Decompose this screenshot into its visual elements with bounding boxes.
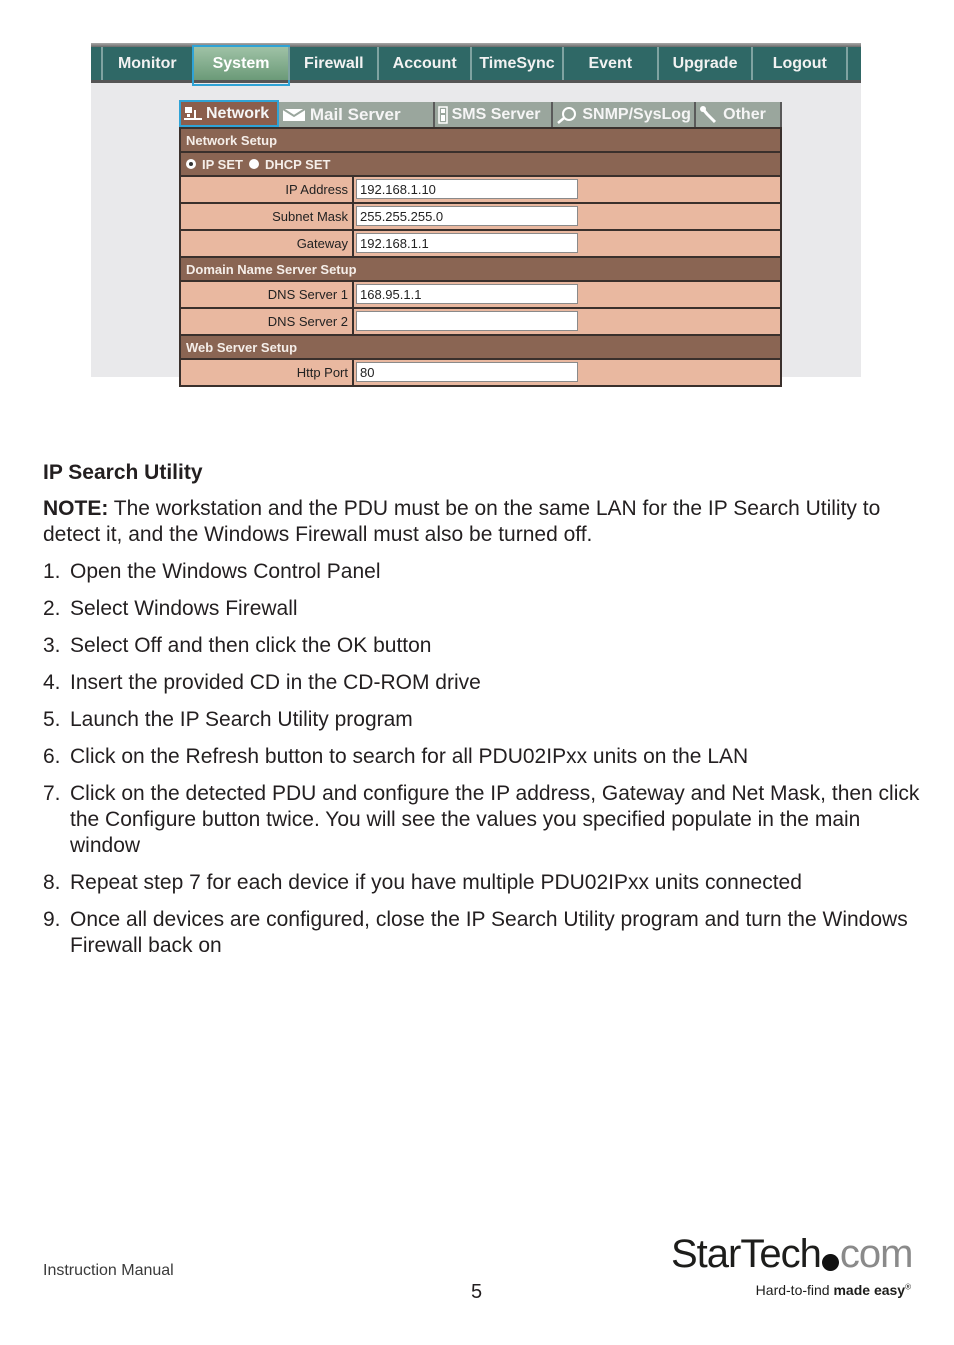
field-label: Http Port (181, 360, 354, 385)
ip-mode-radio-group: IP SET DHCP SET (181, 151, 780, 175)
field-row-dns-2: DNS Server 2 (181, 307, 780, 334)
step-number: 9. (43, 908, 61, 931)
steps-list: 1. Open the Windows Control Panel 2. Selec… (43, 559, 923, 970)
step-text: Open the Windows Control Panel (70, 560, 381, 583)
nav-logout[interactable]: Logout (751, 47, 846, 80)
subtab-label: Network (206, 104, 270, 122)
nav-event[interactable]: Event (561, 47, 657, 80)
list-item: 2. Select Windows Firewall (43, 596, 923, 622)
subtab-sms-server[interactable]: SMS Server (434, 102, 554, 127)
radio-dhcp-set-label: DHCP SET (264, 156, 331, 172)
list-item: 4. Insert the provided CD in the CD-ROM d… (43, 670, 923, 696)
logo-star: StarTech (671, 1232, 822, 1276)
step-number: 5. (43, 708, 61, 731)
subtab-snmp-syslog[interactable]: SNMP/SysLog (553, 102, 697, 127)
settings-panel: Network Mail Server SMS Server SNMP/SysL… (179, 100, 782, 387)
list-item: 6. Click on the Refresh button to search … (43, 744, 923, 770)
field-label: DNS Server 1 (181, 282, 354, 307)
footer-doc-title: Instruction Manual (43, 1262, 174, 1279)
list-item: 8. Repeat step 7 for each device if you h… (43, 870, 923, 896)
logo-tagline: Hard-to-find made easy® (756, 1282, 911, 1298)
section-network-setup: Network Setup (181, 127, 780, 151)
dns-server-2-input[interactable] (356, 311, 578, 331)
subtab-other[interactable]: Other (696, 102, 782, 127)
section-heading: IP Search Utility (43, 461, 203, 484)
field-label: IP Address (181, 177, 354, 202)
step-text: Click on the Refresh button to search fo… (70, 745, 749, 768)
nav-monitor[interactable]: Monitor (100, 47, 192, 80)
network-icon (184, 106, 202, 120)
nav-account[interactable]: Account (377, 47, 470, 80)
step-text: Select Windows Firewall (70, 597, 298, 620)
main-nav: Monitor System Firewall Account TimeSync… (91, 45, 861, 86)
ip-address-input[interactable]: 192.168.1.10 (356, 179, 578, 199)
note-paragraph: NOTE: The workstation and the PDU must b… (43, 496, 923, 548)
step-number: 3. (43, 634, 61, 657)
step-text: Select Off and then click the OK button (70, 634, 432, 657)
startech-logo: StarTech com Hard-to-find made easy® (671, 1232, 914, 1304)
subtab-label: Mail Server (309, 104, 401, 124)
field-label: DNS Server 2 (181, 309, 354, 334)
registered-mark: ® (905, 1282, 911, 1292)
phone-icon (437, 105, 448, 124)
field-label: Gateway (181, 231, 354, 256)
step-number: 6. (43, 745, 61, 768)
nav-timesync[interactable]: TimeSync (470, 47, 562, 80)
http-port-input[interactable]: 80 (356, 362, 578, 382)
web-ui-screenshot: Monitor System Firewall Account TimeSync… (91, 43, 861, 387)
list-item: 5. Launch the IP Search Utility program (43, 707, 923, 733)
sub-tabs: Network Mail Server SMS Server SNMP/SysL… (179, 100, 782, 127)
nav-spacer-end (846, 47, 861, 80)
radio-ip-set[interactable] (186, 159, 196, 169)
gateway-input[interactable]: 192.168.1.1 (356, 233, 578, 253)
step-number: 2. (43, 597, 61, 620)
page-number: 5 (471, 1281, 483, 1303)
subtab-label: SMS Server (451, 105, 541, 123)
subnet-mask-input[interactable]: 255.255.255.0 (356, 206, 578, 226)
step-text: Repeat step 7 for each device if you hav… (70, 871, 802, 894)
nav-system[interactable]: System (191, 45, 291, 86)
step-number: 7. (43, 782, 61, 805)
note-text: The workstation and the PDU must be on t… (43, 497, 881, 546)
field-label: Subnet Mask (181, 204, 354, 229)
radio-dhcp-set[interactable] (248, 159, 259, 169)
mail-icon (282, 107, 306, 121)
list-item: 7. Click on the detected PDU and configur… (43, 781, 923, 859)
step-number: 8. (43, 871, 61, 894)
nav-firewall[interactable]: Firewall (288, 47, 377, 80)
nav-upgrade[interactable]: Upgrade (656, 47, 752, 80)
field-row-dns-1: DNS Server 1 168.95.1.1 (181, 280, 780, 307)
field-row-ip-address: IP Address 192.168.1.10 (181, 175, 780, 202)
network-form: Network Setup IP SET DHCP SET IP Address… (179, 127, 782, 387)
tagline-light: Hard-to-find (755, 1282, 834, 1298)
field-row-gateway: Gateway 192.168.1.1 (181, 229, 780, 256)
subtab-mail-server[interactable]: Mail Server (278, 102, 435, 127)
step-text: Click on the detected PDU and configure … (70, 782, 920, 857)
subtab-label: SNMP/SysLog (582, 105, 691, 123)
note-label: NOTE: (43, 497, 109, 520)
tagline-bold: made easy (833, 1282, 906, 1298)
magnifier-icon (557, 106, 577, 124)
step-text: Insert the provided CD in the CD-ROM dri… (70, 671, 481, 694)
list-item: 1. Open the Windows Control Panel (43, 559, 923, 585)
dns-server-1-input[interactable]: 168.95.1.1 (356, 284, 578, 304)
section-dns-setup: Domain Name Server Setup (181, 256, 780, 280)
section-web-server-setup: Web Server Setup (181, 334, 780, 358)
step-number: 4. (43, 671, 61, 694)
list-item: 9. Once all devices are configured, close… (43, 907, 923, 959)
logo-dot-icon (821, 1254, 839, 1271)
radio-ip-set-label: IP SET (202, 156, 243, 172)
wrench-icon (700, 105, 717, 123)
field-row-subnet-mask: Subnet Mask 255.255.255.0 (181, 202, 780, 229)
field-row-http-port: Http Port 80 (181, 358, 780, 385)
logo-com: com (839, 1232, 914, 1276)
list-item: 3. Select Off and then click the OK butto… (43, 633, 923, 659)
subtab-network[interactable]: Network (179, 100, 279, 127)
subtab-label: Other (723, 105, 766, 123)
step-number: 1. (43, 560, 61, 583)
step-text: Launch the IP Search Utility program (70, 708, 413, 731)
step-text: Once all devices are configured, close t… (70, 908, 908, 957)
logo-wordmark: StarTech com (671, 1232, 914, 1276)
